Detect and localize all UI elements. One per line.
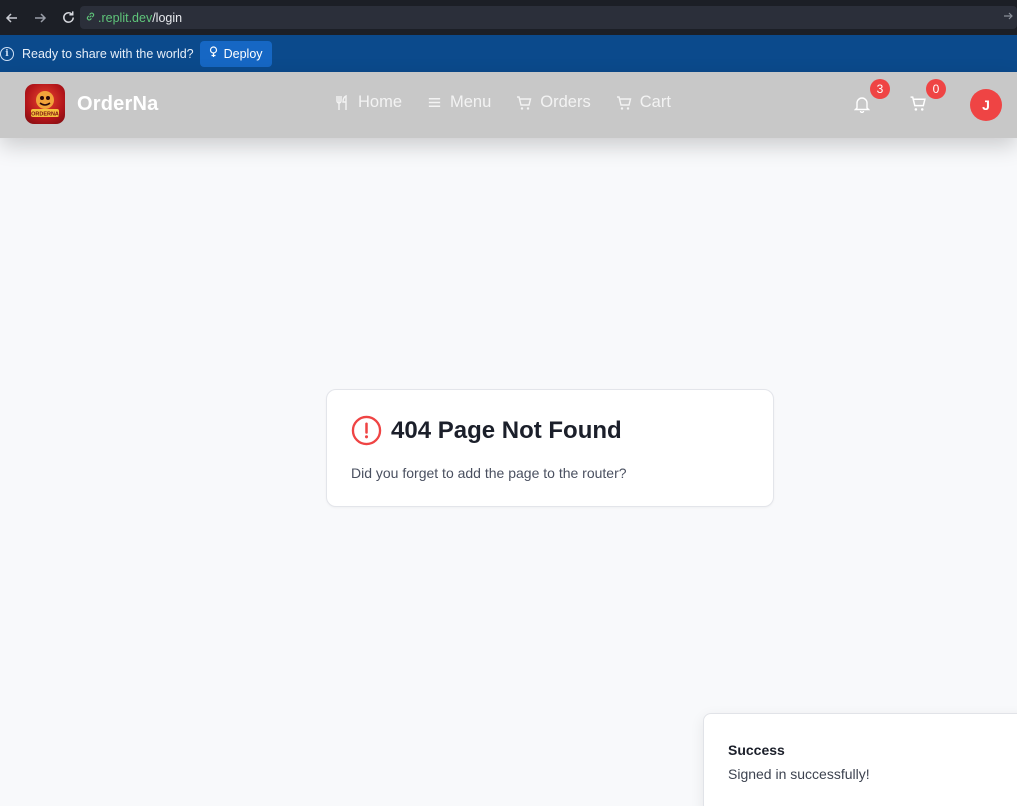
header-cart-button[interactable] xyxy=(909,95,927,117)
back-icon[interactable] xyxy=(0,6,24,30)
nav-home-label: Home xyxy=(358,93,403,111)
not-found-card: 404 Page Not Found Did you forget to add… xyxy=(326,389,774,507)
toast-description: Signed in successfully! xyxy=(728,766,870,782)
alert-circle-icon xyxy=(351,415,382,446)
not-found-header: 404 Page Not Found xyxy=(351,415,622,446)
notifications-badge: 3 xyxy=(870,79,890,99)
utensils-icon xyxy=(336,94,347,110)
banner-message: Ready to share with the world? xyxy=(22,46,194,61)
logo-text: ORDERNA xyxy=(31,112,59,118)
url-domain: .replit.dev xyxy=(98,10,153,25)
nav-menu[interactable]: Menu xyxy=(427,93,491,112)
deploy-icon xyxy=(208,46,219,61)
main-nav: Home Menu Orders Cart xyxy=(334,93,696,112)
nav-menu-label: Menu xyxy=(450,93,492,111)
brand-logo[interactable]: ORDERNA xyxy=(25,84,65,124)
success-toast[interactable]: Success Signed in successfully! xyxy=(703,713,1017,806)
nav-orders-label: Orders xyxy=(540,93,591,111)
info-icon: i xyxy=(0,46,14,61)
cart-icon xyxy=(517,95,532,110)
deploy-banner: i Ready to share with the world? Deploy xyxy=(0,35,1017,72)
deploy-button[interactable]: Deploy xyxy=(199,40,272,67)
cart-icon xyxy=(616,95,632,110)
arrow-right-icon[interactable] xyxy=(1003,10,1013,24)
cart-count-badge: 0 xyxy=(926,79,946,99)
nav-home[interactable]: Home xyxy=(334,93,402,112)
toast-title: Success xyxy=(728,742,785,758)
url-path: /login xyxy=(152,10,183,25)
deploy-label: Deploy xyxy=(223,46,263,61)
user-avatar[interactable]: J xyxy=(970,89,1002,121)
page-title: 404 Page Not Found xyxy=(391,416,622,444)
address-bar[interactable]: .replit.dev/login xyxy=(80,6,1017,29)
app-header: ORDERNA OrderNa Home Menu Orders Cart 3 … xyxy=(0,72,1017,138)
bell-icon xyxy=(853,97,871,114)
nav-orders[interactable]: Orders xyxy=(516,93,591,112)
cart-icon xyxy=(910,96,926,111)
link-icon xyxy=(85,11,96,25)
menu-icon xyxy=(428,98,441,107)
not-found-message: Did you forget to add the page to the ro… xyxy=(351,465,627,481)
nav-cart-label: Cart xyxy=(639,93,671,111)
browser-toolbar: .replit.dev/login xyxy=(0,0,1017,35)
reload-icon[interactable] xyxy=(56,6,80,30)
forward-icon[interactable] xyxy=(28,6,52,30)
brand-name[interactable]: OrderNa xyxy=(77,93,158,116)
nav-cart[interactable]: Cart xyxy=(616,93,671,112)
notifications-button[interactable] xyxy=(853,95,871,118)
